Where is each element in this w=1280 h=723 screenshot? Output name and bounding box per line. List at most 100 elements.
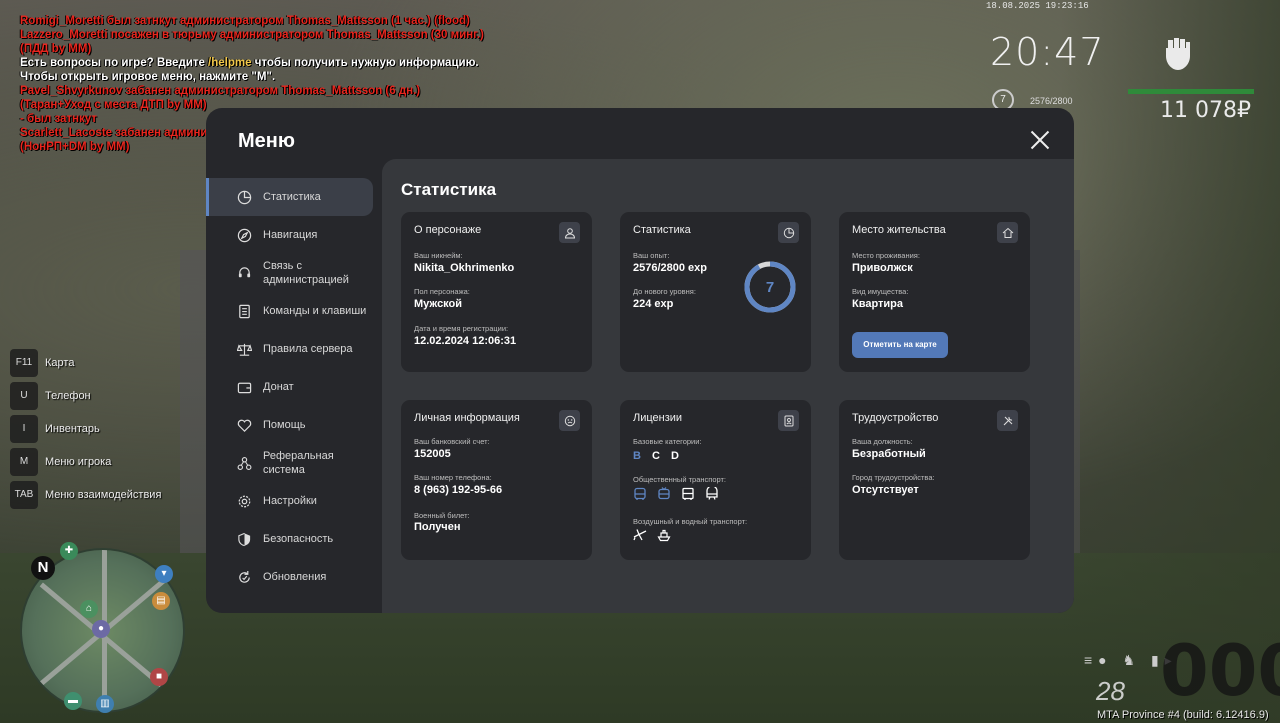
- field-label: Ваш номер телефона:: [414, 473, 492, 482]
- field-label: Пол персонажа:: [414, 287, 470, 296]
- nav-label: Настройки: [263, 495, 317, 507]
- fist-icon: [1166, 38, 1190, 70]
- card-residence: Место жительства Место проживания: Приво…: [839, 212, 1030, 372]
- hotkey-key: TAB: [10, 480, 38, 509]
- scales-icon: [236, 341, 252, 357]
- shirt-icon: ▾: [155, 565, 173, 583]
- referral-icon: [236, 455, 252, 471]
- field-label: Военный билет:: [414, 511, 470, 520]
- chart-icon: [236, 189, 252, 205]
- residence-value: Приволжск: [852, 262, 913, 274]
- close-icon[interactable]: [1028, 128, 1052, 152]
- field-label: Ваш банковский счет:: [414, 437, 490, 446]
- field-label: Общественный транспорт:: [633, 475, 727, 484]
- card-title: Личная информация: [414, 412, 520, 424]
- nav-item-donate[interactable]: Донат: [206, 368, 376, 406]
- nav-label: Навигация: [263, 229, 318, 241]
- refresh-icon: [236, 569, 252, 585]
- card-title: Место жительства: [852, 224, 946, 236]
- bus-icon: [634, 487, 646, 500]
- hud-exp: 2576/2800: [1030, 96, 1073, 106]
- menu-content: Статистика О персонаже Ваш никнейм: Niki…: [382, 159, 1074, 613]
- license-category: C: [652, 450, 660, 462]
- home-icon: [997, 222, 1018, 243]
- license-category: B: [633, 450, 641, 462]
- public-transport-licenses: [633, 487, 719, 501]
- military-value: Получен: [414, 521, 461, 533]
- hotkey-interaction-menu: TAB Меню взаимодействия: [10, 478, 161, 511]
- card-title: Статистика: [633, 224, 691, 236]
- nav-label: Помощь: [263, 419, 306, 431]
- nav-item-referral[interactable]: Реферальная система: [206, 444, 376, 482]
- level-progress-ring: 7: [744, 261, 796, 313]
- field-label: Дата и время регистрации:: [414, 324, 509, 333]
- hotkey-player-menu: M Меню игрока: [10, 445, 161, 478]
- card-character: О персонаже Ваш никнейм: Nikita_Okhrimen…: [401, 212, 592, 372]
- chat-line: Lazzero_Moretti посажен в тюрьму админис…: [20, 29, 484, 55]
- bag-icon: ■: [150, 668, 168, 686]
- fuel-value: 28: [1096, 676, 1125, 706]
- menu-sidebar: Статистика Навигация Связь с администрац…: [206, 178, 376, 596]
- shield-icon: [236, 531, 252, 547]
- hotkey-label: Инвентарь: [45, 422, 100, 435]
- position-value: Безработный: [852, 448, 926, 460]
- tools-icon: [997, 410, 1018, 431]
- hotkey-key: F11: [10, 348, 38, 377]
- user-icon: [559, 222, 580, 243]
- card-title: Лицензии: [633, 412, 683, 424]
- card-title: О персонаже: [414, 224, 482, 236]
- nav-item-navigation[interactable]: Навигация: [206, 216, 376, 254]
- bank-account-value: 152005: [414, 448, 451, 460]
- nav-label: Статистика: [263, 191, 321, 203]
- nav-item-updates[interactable]: Обновления: [206, 558, 376, 596]
- card-employment: Трудоустройство Ваша должность: Безработ…: [839, 400, 1030, 560]
- minimap-north-marker: N: [31, 556, 55, 580]
- field-label: Ваша должность:: [852, 437, 913, 446]
- next-level-value: 224 exp: [633, 298, 674, 310]
- car-icon: ▬: [64, 692, 82, 710]
- hotkey-key: M: [10, 447, 38, 476]
- nav-label: Реферальная система: [263, 450, 334, 476]
- handshake-icon: [236, 417, 252, 433]
- nickname-value: Nikita_Okhrimenko: [414, 262, 515, 274]
- gender-value: Мужской: [414, 298, 463, 310]
- headset-icon: [236, 265, 252, 281]
- boat-icon: [657, 529, 671, 542]
- card-title: Трудоустройство: [852, 412, 939, 424]
- gear-icon: [236, 493, 252, 509]
- field-label: Воздушный и водный транспорт:: [633, 517, 748, 526]
- license-categories: B C D: [633, 450, 679, 462]
- game-menu-window: Меню Статистика Навигация Связь с админи…: [206, 108, 1074, 613]
- nav-item-commands[interactable]: Команды и клавиши: [206, 292, 376, 330]
- nav-item-help[interactable]: Помощь: [206, 406, 376, 444]
- mark-on-map-button[interactable]: Отметить на карте: [852, 332, 948, 358]
- hotkey-key: U: [10, 381, 38, 410]
- card-stats: Статистика Ваш опыт: 2576/2800 exp До но…: [620, 212, 811, 372]
- nav-item-rules[interactable]: Правила сервера: [206, 330, 376, 368]
- employment-city-value: Отсутствует: [852, 484, 919, 496]
- nav-item-security[interactable]: Безопасность: [206, 520, 376, 558]
- speedometer-value: 000: [1160, 630, 1280, 712]
- nav-label: Связь с администрацией: [263, 260, 349, 286]
- home-icon: ⌂: [80, 600, 98, 618]
- hud-clock: 20:47: [990, 30, 1105, 74]
- compass-icon: [236, 227, 252, 243]
- license-category: D: [671, 450, 679, 462]
- property-value: Квартира: [852, 298, 904, 310]
- people-icon: ●: [92, 620, 110, 638]
- menu-title: Меню: [238, 130, 295, 152]
- hotkey-list: F11 Карта U Телефон I Инвентарь M Меню игрок…: [10, 346, 161, 511]
- nav-item-statistics[interactable]: Статистика: [206, 178, 373, 216]
- exp-value: 2576/2800 exp: [633, 262, 708, 274]
- field-label: Город трудоустройства:: [852, 473, 935, 482]
- nav-item-settings[interactable]: Настройки: [206, 482, 376, 520]
- field-label: Вид имущества:: [852, 287, 909, 296]
- building-icon: ▥: [96, 695, 114, 713]
- nav-item-admin-contact[interactable]: Связь с администрацией: [206, 254, 376, 292]
- smile-icon: [559, 410, 580, 431]
- hotkey-phone: U Телефон: [10, 379, 161, 412]
- nav-label: Безопасность: [263, 533, 334, 545]
- trolleybus-icon: [658, 487, 670, 500]
- field-label: До нового уровня:: [633, 287, 696, 296]
- nav-label: Обновления: [263, 571, 327, 583]
